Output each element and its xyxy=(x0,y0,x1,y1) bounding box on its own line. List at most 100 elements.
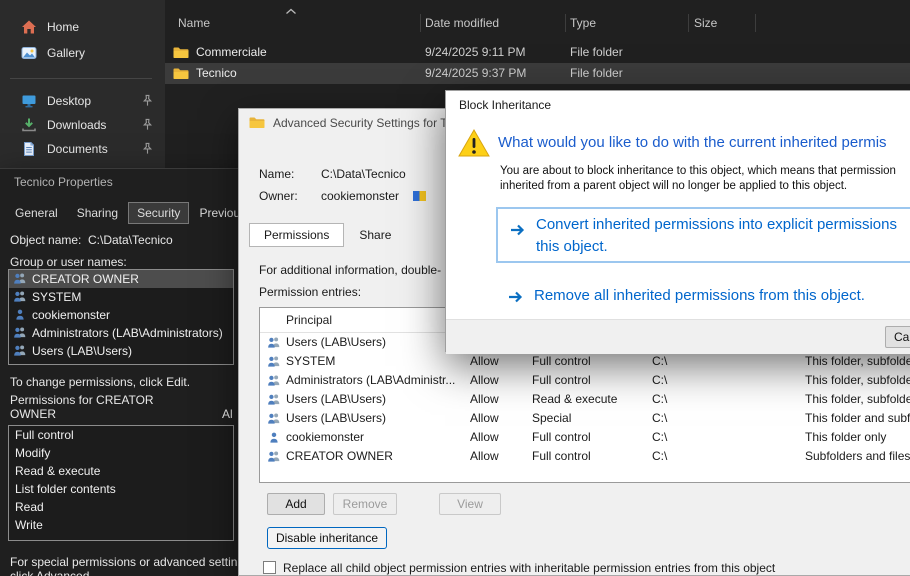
list-item-cookiemonster[interactable]: cookiemonster xyxy=(9,306,233,324)
pin-icon xyxy=(141,94,154,112)
file-type: File folder xyxy=(570,42,623,63)
sidebar-item-documents[interactable]: Documents xyxy=(0,138,160,160)
cell-inherited-from: C:\ xyxy=(652,352,667,371)
permission-item[interactable]: List folder contents xyxy=(9,480,233,498)
remove-permissions-command-link[interactable]: Remove all inherited permissions from th… xyxy=(508,287,910,309)
principal-name: SYSTEM xyxy=(32,290,81,304)
table-row[interactable]: CREATOR OWNER Allow Full control C:\ Sub… xyxy=(260,447,910,466)
cell-principal: cookiemonster xyxy=(286,428,364,447)
table-row[interactable]: Administrators (LAB\Administr... Allow F… xyxy=(260,371,910,390)
table-row[interactable]: cookiemonster Allow Full control C:\ Thi… xyxy=(260,428,910,447)
list-item-creator-owner[interactable]: CREATOR OWNER xyxy=(9,270,233,288)
desktop-icon xyxy=(20,92,38,110)
cell-type: Allow xyxy=(470,390,499,409)
advanced-note: For special permissions or advanced sett… xyxy=(10,555,253,569)
permission-item[interactable]: Full control xyxy=(9,426,233,444)
replace-permissions-checkbox[interactable] xyxy=(263,561,276,574)
tab-permissions[interactable]: Permissions xyxy=(249,223,344,247)
tab-general[interactable]: General xyxy=(6,202,67,224)
file-name: Commerciale xyxy=(196,42,267,63)
block-dialog-body: You are about to block inheritance to th… xyxy=(500,165,896,177)
group-icon xyxy=(267,374,281,389)
list-item-system[interactable]: SYSTEM xyxy=(9,288,233,306)
block-dialog-body: inherited from a parent object will no l… xyxy=(500,180,847,192)
cell-inherited-from: C:\ xyxy=(652,447,667,466)
tab-security[interactable]: Security xyxy=(128,202,189,224)
column-header-name[interactable]: Name xyxy=(178,12,210,34)
list-item-users[interactable]: Users (LAB\Users) xyxy=(9,342,233,360)
group-icon xyxy=(267,450,281,465)
table-row[interactable]: SYSTEM Allow Full control C:\ This folde… xyxy=(260,352,910,371)
permission-item[interactable]: Read & execute xyxy=(9,462,233,480)
file-list-header: Name Date modified Type Size xyxy=(165,12,910,34)
cell-principal: Users (LAB\Users) xyxy=(286,409,386,428)
permissions-for-label: Permissions for CREATOR xyxy=(10,393,154,407)
file-row-selected[interactable]: Tecnico 9/24/2025 9:37 PM File folder xyxy=(165,63,910,84)
view-button[interactable]: View xyxy=(439,493,501,515)
group-icon xyxy=(267,412,281,427)
file-date-modified: 9/24/2025 9:11 PM xyxy=(425,42,526,63)
cell-applies-to: This folder and subf xyxy=(805,409,910,428)
add-button[interactable]: Add xyxy=(267,493,325,515)
column-divider[interactable] xyxy=(688,14,689,32)
documents-icon xyxy=(20,140,38,158)
pin-icon xyxy=(141,142,154,160)
gallery-icon xyxy=(20,44,38,62)
permission-item[interactable]: Write xyxy=(9,516,233,534)
column-header-type[interactable]: Type xyxy=(570,12,596,34)
sidebar-item-label: Desktop xyxy=(47,94,91,108)
column-divider[interactable] xyxy=(420,14,421,32)
tab-share[interactable]: Share xyxy=(344,223,406,247)
pin-icon xyxy=(141,118,154,136)
list-item-administrators[interactable]: Administrators (LAB\Administrators) xyxy=(9,324,233,342)
user-icon xyxy=(267,431,281,446)
group-icon xyxy=(13,290,27,305)
convert-permissions-command-link[interactable]: Convert inherited permissions into expli… xyxy=(496,207,910,263)
command-link-label: Remove all inherited permissions from th… xyxy=(534,287,865,304)
disable-inheritance-button[interactable]: Disable inheritance xyxy=(267,527,387,549)
cell-inherited-from: C:\ xyxy=(652,390,667,409)
cell-type: Allow xyxy=(470,409,499,428)
sidebar-item-downloads[interactable]: Downloads xyxy=(0,114,160,136)
column-header-date-modified[interactable]: Date modified xyxy=(425,12,499,34)
file-row[interactable]: Commerciale 9/24/2025 9:11 PM File folde… xyxy=(165,42,910,63)
cell-principal: Users (LAB\Users) xyxy=(286,333,386,352)
cell-type: Allow xyxy=(470,428,499,447)
cell-access: Special xyxy=(532,409,571,428)
sidebar-separator xyxy=(10,78,152,79)
entries-label: Permission entries: xyxy=(259,285,361,299)
cell-principal: Administrators (LAB\Administr... xyxy=(286,371,455,390)
cell-applies-to: This folder, subfolde xyxy=(805,352,910,371)
column-divider[interactable] xyxy=(565,14,566,32)
group-icon xyxy=(267,355,281,370)
replace-permissions-label: Replace all child object permission entr… xyxy=(283,561,775,575)
command-link-label: Convert inherited permissions into expli… xyxy=(536,216,897,233)
cancel-button[interactable]: Ca xyxy=(885,326,910,348)
block-title-bar[interactable]: Block Inheritance xyxy=(446,91,910,119)
owner-label: Owner: xyxy=(259,189,298,203)
cell-applies-to: This folder, subfolde xyxy=(805,371,910,390)
permission-item[interactable]: Read xyxy=(9,498,233,516)
sidebar-item-desktop[interactable]: Desktop xyxy=(0,90,160,112)
sidebar-item-home[interactable]: Home xyxy=(0,16,160,38)
cell-access: Full control xyxy=(532,371,591,390)
sidebar-item-gallery[interactable]: Gallery xyxy=(0,42,160,64)
name-value: C:\Data\Tecnico xyxy=(321,167,406,181)
remove-button[interactable]: Remove xyxy=(333,493,397,515)
group-icon xyxy=(13,326,27,341)
cell-access: Full control xyxy=(532,352,591,371)
object-name-label: Object name: xyxy=(10,233,81,247)
column-divider[interactable] xyxy=(755,14,756,32)
cell-principal: SYSTEM xyxy=(286,352,335,371)
table-row[interactable]: Users (LAB\Users) Allow Read & execute C… xyxy=(260,390,910,409)
column-header-size[interactable]: Size xyxy=(694,12,717,34)
column-header-principal[interactable]: Principal xyxy=(286,308,332,332)
table-row[interactable]: Users (LAB\Users) Allow Special C:\ This… xyxy=(260,409,910,428)
permission-item[interactable]: Modify xyxy=(9,444,233,462)
group-user-list: CREATOR OWNER SYSTEM cookiemonster Admin… xyxy=(8,269,234,365)
tab-sharing[interactable]: Sharing xyxy=(68,202,127,224)
group-icon xyxy=(267,393,281,408)
desktop: Home Gallery Desktop xyxy=(0,0,910,576)
cell-applies-to: Subfolders and files xyxy=(805,447,910,466)
cell-applies-to: This folder only xyxy=(805,428,886,447)
